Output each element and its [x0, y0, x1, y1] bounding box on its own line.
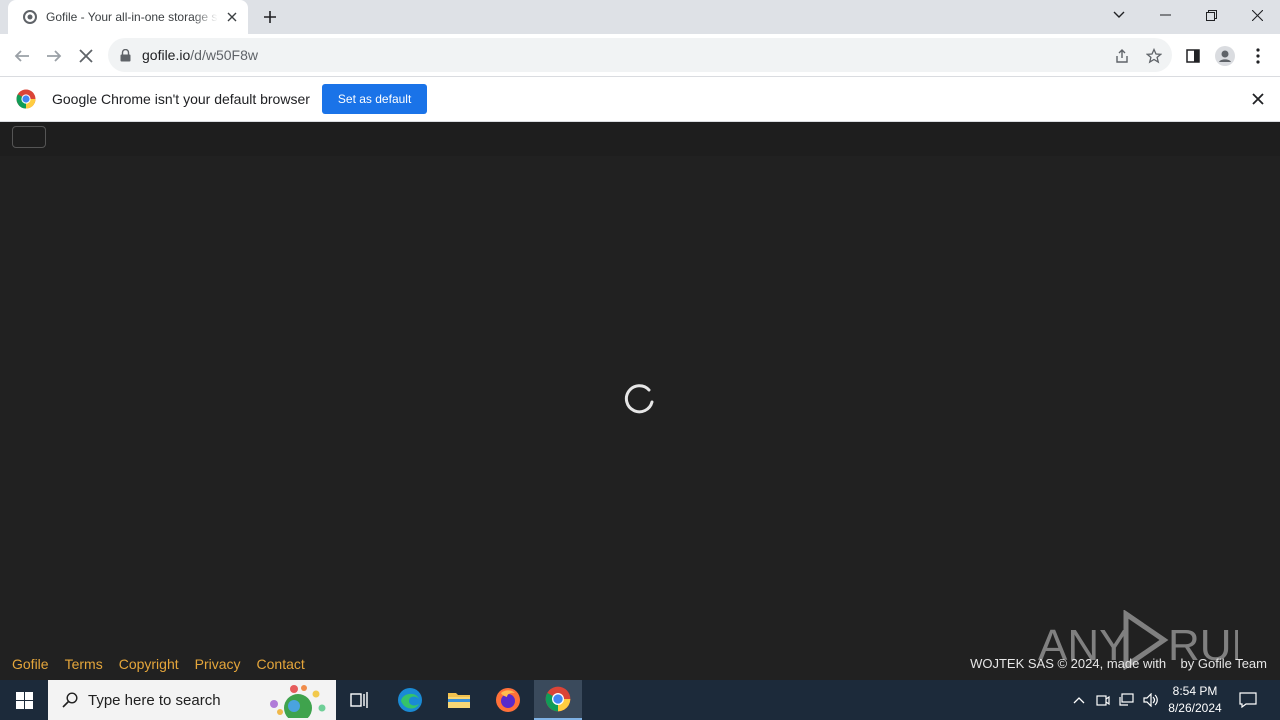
loading-spinner-icon	[624, 384, 654, 414]
footer-link-terms[interactable]: Terms	[65, 656, 103, 672]
clock-time: 8:54 PM	[1172, 684, 1218, 698]
taskbar-search-box[interactable]: Type here to search	[48, 680, 336, 720]
tab-search-icon[interactable]	[1096, 0, 1142, 30]
close-window-icon[interactable]	[1234, 0, 1280, 30]
more-menu-icon[interactable]	[1243, 41, 1273, 71]
footer-link-privacy[interactable]: Privacy	[195, 656, 241, 672]
search-highlight-globe-icon	[260, 682, 332, 718]
menu-toggle-button[interactable]	[12, 126, 46, 148]
bookmark-star-icon[interactable]	[1144, 46, 1164, 66]
task-view-icon[interactable]	[336, 680, 384, 720]
notifications-icon[interactable]	[1236, 680, 1260, 720]
windows-taskbar: Type here to search 8:54 PM 8/26/2024	[0, 680, 1280, 720]
back-arrow-icon[interactable]	[7, 41, 37, 71]
footer-link-copyright[interactable]: Copyright	[119, 656, 179, 672]
lock-icon[interactable]	[120, 48, 134, 62]
firefox-icon[interactable]	[484, 680, 532, 720]
taskbar-clock[interactable]: 8:54 PM 8/26/2024	[1160, 683, 1230, 717]
default-browser-infobar: Google Chrome isn't your default browser…	[0, 77, 1280, 122]
search-placeholder: Type here to search	[88, 691, 221, 709]
search-icon	[62, 692, 78, 708]
side-panel-icon[interactable]	[1178, 41, 1208, 71]
infobar-close-icon[interactable]	[1250, 91, 1266, 107]
windows-start-icon[interactable]	[0, 680, 48, 720]
file-explorer-icon[interactable]	[435, 680, 483, 720]
volume-icon[interactable]	[1140, 680, 1162, 720]
gofile-favicon-icon	[22, 9, 38, 25]
footer-link-contact[interactable]: Contact	[257, 656, 305, 672]
share-icon[interactable]	[1112, 46, 1132, 66]
url-host: gofile.io	[142, 47, 191, 63]
chrome-logo-icon	[16, 89, 36, 109]
url-path: /d/w50F8w	[190, 47, 258, 63]
url-text: gofile.io/d/w50F8w	[142, 47, 258, 63]
restore-icon[interactable]	[1188, 0, 1234, 30]
page-content: ANY RUN Gofile Terms Copyright Privacy C…	[0, 122, 1280, 680]
new-tab-button[interactable]	[258, 5, 282, 29]
site-footer: Gofile Terms Copyright Privacy Contact W…	[0, 647, 1280, 680]
address-bar[interactable]: gofile.io/d/w50F8w	[108, 38, 1172, 72]
tab-close-icon[interactable]	[224, 9, 240, 25]
tab-title: Gofile - Your all-in-one storage solutio…	[46, 10, 218, 24]
footer-link-gofile[interactable]: Gofile	[12, 656, 49, 672]
footer-credit: WOJTEK SAS © 2024, made with by Gofile T…	[970, 656, 1267, 671]
profile-avatar-icon[interactable]	[1210, 41, 1240, 71]
stop-loading-icon[interactable]	[71, 41, 101, 71]
tab-strip: Gofile - Your all-in-one storage solutio…	[0, 0, 1280, 34]
site-header	[0, 122, 1280, 156]
minimize-icon[interactable]	[1142, 0, 1188, 30]
show-hidden-icons-chevron-icon[interactable]	[1068, 680, 1090, 720]
edge-browser-icon[interactable]	[386, 680, 434, 720]
set-as-default-button[interactable]: Set as default	[321, 84, 428, 114]
chrome-taskbar-icon[interactable]	[534, 680, 582, 720]
meet-now-icon[interactable]	[1092, 680, 1114, 720]
clock-date: 8/26/2024	[1168, 701, 1222, 715]
browser-tab[interactable]: Gofile - Your all-in-one storage solutio…	[8, 0, 248, 34]
infobar-message: Google Chrome isn't your default browser	[52, 91, 310, 107]
forward-arrow-icon[interactable]	[39, 41, 69, 71]
network-icon[interactable]	[1116, 680, 1138, 720]
browser-toolbar: gofile.io/d/w50F8w	[0, 34, 1280, 77]
